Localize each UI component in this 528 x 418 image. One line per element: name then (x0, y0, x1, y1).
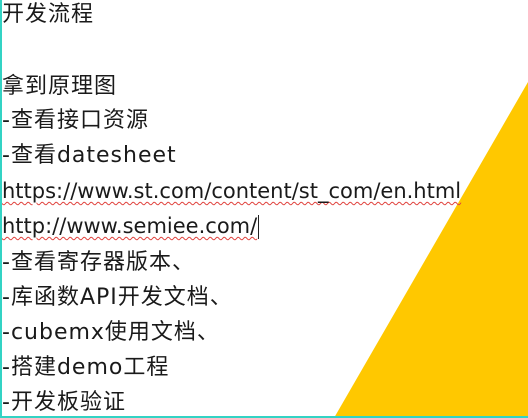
text-line-board-verification: -开发板验证 (2, 390, 126, 415)
text-line-datasheet-text: -查看datesheet (2, 143, 177, 168)
text-line-demo-project: -搭建demo工程 (2, 355, 170, 380)
slide-title: 开发流程 (2, 2, 95, 27)
link-st-url[interactable]: https://www.st.com/content/st_com/en.htm… (2, 176, 461, 206)
link-semiee-url-text[interactable]: http://www.semiee.com/ (2, 214, 257, 238)
link-st-url-text[interactable]: https://www.st.com/content/st_com/en.htm… (2, 179, 461, 203)
text-line-datasheet: -查看datesheet (2, 141, 177, 171)
text-line-interface-resources: -查看接口资源 (2, 108, 149, 133)
link-semiee-url[interactable]: http://www.semiee.com/ (2, 211, 260, 241)
text-line-library-api-docs: -库函数API开发文档、 (2, 285, 233, 310)
text-line-schematic: 拿到原理图 (2, 74, 118, 99)
text-line-cubemx-docs: -cubemx使用文档、 (2, 320, 220, 345)
slide-text-box[interactable]: 开发流程 拿到原理图 -查看接口资源 -查看datesheet https://… (2, 0, 526, 418)
text-line-register-version: -查看寄存器版本、 (2, 250, 195, 275)
text-cursor (258, 215, 260, 239)
